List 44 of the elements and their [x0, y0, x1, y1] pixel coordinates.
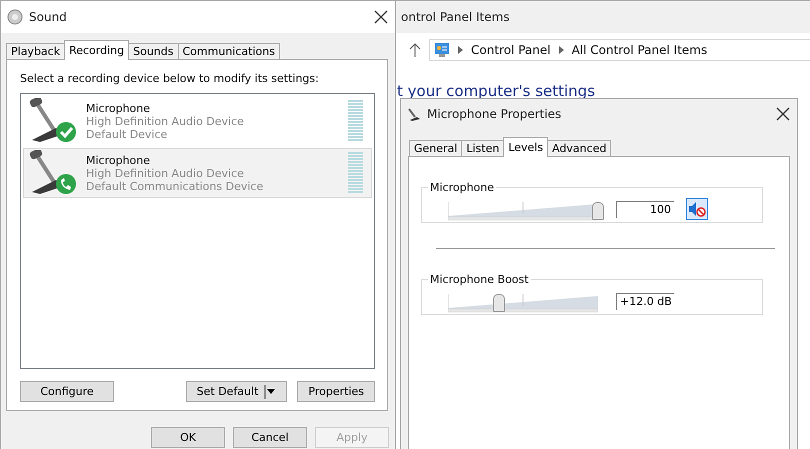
configure-button[interactable]: Configure	[20, 381, 114, 402]
device-name: Microphone	[86, 154, 152, 166]
window-title: Sound	[29, 10, 68, 24]
level-meter-icon	[348, 152, 363, 194]
device-driver: High Definition Audio Device	[86, 114, 245, 128]
group-label: Microphone Boost	[429, 273, 530, 286]
mute-button[interactable]	[686, 198, 708, 220]
tab[interactable]: Recording	[64, 40, 130, 60]
tab[interactable]: Playback	[6, 43, 66, 60]
device-status: Default Device	[86, 128, 168, 140]
device-driver: High Definition Audio Device	[86, 166, 245, 180]
microphone-icon	[407, 107, 421, 121]
tab[interactable]: Advanced	[547, 140, 612, 157]
level-meter-icon	[348, 100, 363, 142]
window-title: Microphone Properties	[427, 107, 562, 121]
group-label: Microphone	[429, 181, 496, 194]
device-status: Default Communications Device	[86, 180, 264, 192]
slider-thumb[interactable]	[493, 294, 505, 312]
up-arrow-icon[interactable]	[409, 43, 421, 57]
dialog-button[interactable]: OK	[151, 427, 225, 448]
device-item[interactable]: Microphone High Definition Audio Device Default Communications Device	[23, 148, 372, 198]
device-name: Microphone	[86, 102, 152, 114]
tab[interactable]: Communications	[178, 43, 280, 60]
window-title: ontrol Panel Items	[401, 10, 511, 24]
value-field[interactable]: 100	[616, 200, 674, 218]
device-item[interactable]: Microphone High Definition Audio Device Default Device	[23, 96, 372, 146]
value-field[interactable]: +12.0 dB	[616, 292, 674, 310]
tab[interactable]: General	[409, 140, 462, 157]
breadcrumb-item[interactable]: All Control Panel Items	[572, 43, 708, 57]
chevron-icon	[458, 46, 463, 54]
tab[interactable]: Levels	[503, 137, 548, 157]
slider-thumb[interactable]	[592, 202, 604, 220]
control-panel-icon	[434, 42, 450, 58]
settings-link[interactable]: t your computer's settings	[397, 83, 596, 100]
chevron-icon	[558, 46, 564, 54]
dropdown-icon[interactable]	[264, 384, 276, 398]
breadcrumb-item[interactable]: Control Panel	[471, 43, 551, 57]
close-button[interactable]	[373, 9, 389, 25]
close-button[interactable]	[775, 106, 791, 122]
instruction-text: Select a recording device below to modify its settings:	[20, 72, 320, 85]
address-bar[interactable]: Control Panel All Control Panel Items	[429, 39, 810, 61]
properties-button[interactable]: Properties	[297, 381, 375, 402]
set-default-button[interactable]: Set Default	[186, 381, 288, 402]
dialog-button[interactable]: Cancel	[233, 427, 307, 448]
